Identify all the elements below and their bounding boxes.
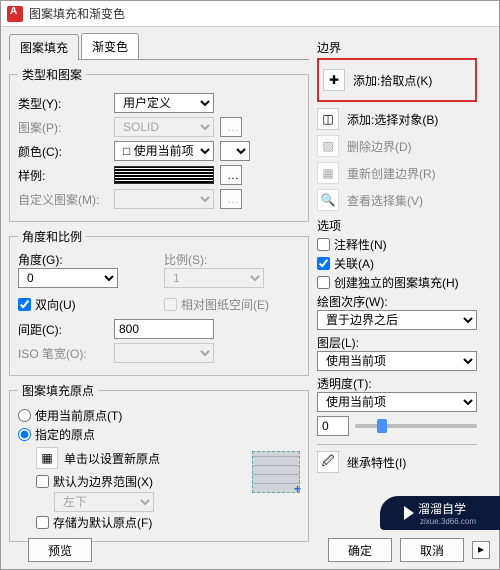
input-transparency-value[interactable] <box>317 416 349 436</box>
label-click-new-origin[interactable]: 单击以设置新原点 <box>64 450 160 467</box>
legend-angle-scale: 角度和比例 <box>18 228 86 245</box>
app-icon <box>7 6 23 22</box>
select-color-secondary[interactable]: ☑ <box>220 141 250 161</box>
titlebar: 图案填充和渐变色 <box>1 1 499 27</box>
btn-view-selection: 🔍 查看选择集(V) <box>317 189 477 211</box>
add-pick-icon: ✚ <box>323 69 345 91</box>
label-layer: 图层(L): <box>317 334 477 351</box>
label-sample: 样例: <box>18 167 108 184</box>
label-draw-order: 绘图次序(W): <box>317 293 477 310</box>
window-title: 图案填充和渐变色 <box>29 5 125 22</box>
select-custom-pattern <box>114 189 214 209</box>
checkbox-annotative[interactable] <box>317 238 330 251</box>
label-store-default: 存储为默认原点(F) <box>53 514 152 531</box>
label-transparency: 透明度(T): <box>317 375 477 392</box>
transparency-slider[interactable] <box>355 424 477 428</box>
label-spacing: 间距(C): <box>18 321 108 338</box>
select-angle[interactable]: 0 <box>18 268 118 288</box>
label-iso: ISO 笔宽(O): <box>18 345 108 362</box>
select-iso <box>114 343 214 363</box>
label-annotative: 注释性(N) <box>334 236 387 253</box>
radio-use-current-origin[interactable] <box>18 409 31 422</box>
tab-bar: 图案填充 渐变色 <box>9 33 309 60</box>
select-origin-position: 左下 <box>54 492 154 512</box>
select-color[interactable]: □ 使用当前项 <box>114 141 214 161</box>
select-layer[interactable]: 使用当前项 <box>317 351 477 371</box>
checkbox-default-boundary[interactable] <box>36 475 49 488</box>
boundary-title: 边界 <box>317 39 477 56</box>
checkbox-relative <box>164 298 177 311</box>
expand-button[interactable]: ▸ <box>472 541 490 559</box>
checkbox-associative[interactable] <box>317 257 330 270</box>
label-relative: 相对图纸空间(E) <box>181 296 269 313</box>
custom-browse-button: … <box>220 189 242 209</box>
watermark: 溜溜自学 zixue.3d66.com <box>380 496 500 530</box>
sample-browse-button[interactable]: … <box>220 165 242 185</box>
inherit-icon: 🖉 <box>317 451 339 473</box>
view-selection-icon: 🔍 <box>317 189 339 211</box>
legend-origin: 图案填充原点 <box>18 382 98 399</box>
options-title: 选项 <box>317 217 477 234</box>
tab-hatch[interactable]: 图案填充 <box>9 34 79 60</box>
btn-add-select-objects[interactable]: ◫ 添加:选择对象(B) <box>317 108 477 130</box>
remove-boundary-icon: ▨ <box>317 135 339 157</box>
add-select-icon: ◫ <box>317 108 339 130</box>
btn-recreate-boundary: ▦ 重新创建边界(R) <box>317 162 477 184</box>
checkbox-double[interactable] <box>18 298 31 311</box>
label-use-current-origin: 使用当前原点(T) <box>35 407 122 424</box>
select-type[interactable]: 用户定义 <box>114 93 214 113</box>
recreate-boundary-icon: ▦ <box>317 162 339 184</box>
label-angle: 角度(G): <box>18 251 154 268</box>
label-default-boundary: 默认为边界范围(X) <box>53 473 153 490</box>
select-transparency[interactable]: 使用当前项 <box>317 392 477 412</box>
legend-type-pattern: 类型和图案 <box>18 66 86 83</box>
highlight-add-pick: ✚ 添加:拾取点(K) <box>317 58 477 102</box>
btn-remove-boundary: ▨ 删除边界(D) <box>317 135 477 157</box>
checkbox-store-default[interactable] <box>36 516 49 529</box>
select-pattern: SOLID <box>114 117 214 137</box>
group-angle-scale: 角度和比例 角度(G): 0 比例(S): 1 双向(U) 相对图纸空间(E) <box>9 228 309 376</box>
label-scale: 比例(S): <box>164 251 300 268</box>
label-pattern: 图案(P): <box>18 119 108 136</box>
group-type-pattern: 类型和图案 类型(Y): 用户定义 图案(P): SOLID … 颜色(C): … <box>9 66 309 222</box>
btn-inherit-properties[interactable]: 🖉 继承特性(I) <box>317 451 477 473</box>
label-color: 颜色(C): <box>18 143 108 160</box>
tab-gradient[interactable]: 渐变色 <box>81 33 139 59</box>
input-spacing[interactable] <box>114 319 214 339</box>
label-associative: 关联(A) <box>334 255 374 272</box>
checkbox-independent[interactable] <box>317 276 330 289</box>
ok-button[interactable]: 确定 <box>328 538 392 562</box>
label-type: 类型(Y): <box>18 95 108 112</box>
origin-preview <box>252 451 300 493</box>
cancel-button[interactable]: 取消 <box>400 538 464 562</box>
group-origin: 图案填充原点 使用当前原点(T) 指定的原点 ▦ 单击以设置新原点 默认为边界范围… <box>9 382 309 542</box>
label-independent: 创建独立的图案填充(H) <box>334 274 459 291</box>
select-scale: 1 <box>164 268 264 288</box>
btn-add-pick-points[interactable]: ✚ 添加:拾取点(K) <box>323 69 471 91</box>
set-origin-icon[interactable]: ▦ <box>36 447 58 469</box>
select-draw-order[interactable]: 置于边界之后 <box>317 310 477 330</box>
radio-specified-origin[interactable] <box>18 428 31 441</box>
pattern-preview[interactable] <box>114 166 214 184</box>
label-specified-origin: 指定的原点 <box>35 426 95 443</box>
label-double: 双向(U) <box>35 296 76 313</box>
play-icon <box>404 506 414 520</box>
pattern-browse-button: … <box>220 117 242 137</box>
label-custom-pattern: 自定义图案(M): <box>18 191 108 208</box>
